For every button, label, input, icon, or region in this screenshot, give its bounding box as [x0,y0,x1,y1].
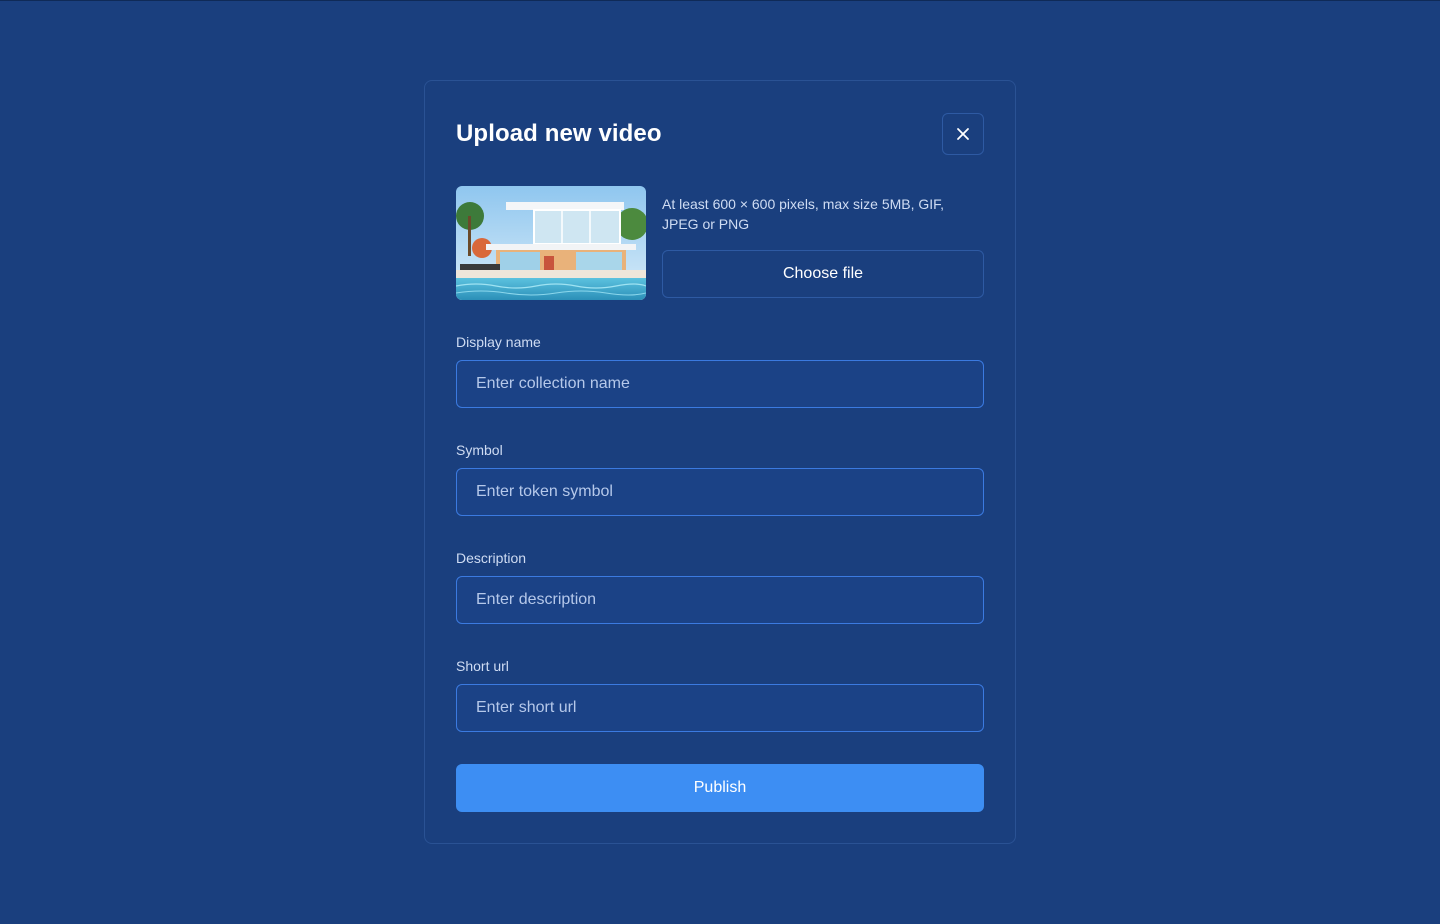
choose-file-button[interactable]: Choose file [662,250,984,298]
description-input[interactable] [456,576,984,624]
symbol-field: Symbol [456,440,984,516]
upload-info: At least 600 × 600 pixels, max size 5MB,… [662,186,984,300]
close-icon [956,127,970,141]
upload-hint: At least 600 × 600 pixels, max size 5MB,… [662,196,945,232]
symbol-input[interactable] [456,468,984,516]
description-label: Description [456,550,527,566]
display-name-label: Display name [456,334,541,350]
short-url-input[interactable] [456,684,984,732]
display-name-input[interactable] [456,360,984,408]
modal-header: Upload new video [456,113,984,155]
short-url-label: Short url [456,658,509,674]
modal-title: Upload new video [456,120,662,147]
display-name-field: Display name [456,332,984,408]
close-button[interactable] [942,113,984,155]
form-fields: Display name Symbol Description Short ur… [456,332,984,732]
publish-button[interactable]: Publish [456,764,984,812]
short-url-field: Short url [456,656,984,732]
symbol-label: Symbol [456,442,503,458]
upload-video-modal: Upload new video At least 600 × 600 pixe… [424,80,1016,844]
top-border [0,0,1440,1]
description-field: Description [456,548,984,624]
upload-row: At least 600 × 600 pixels, max size 5MB,… [456,186,984,300]
video-thumbnail [456,186,646,300]
